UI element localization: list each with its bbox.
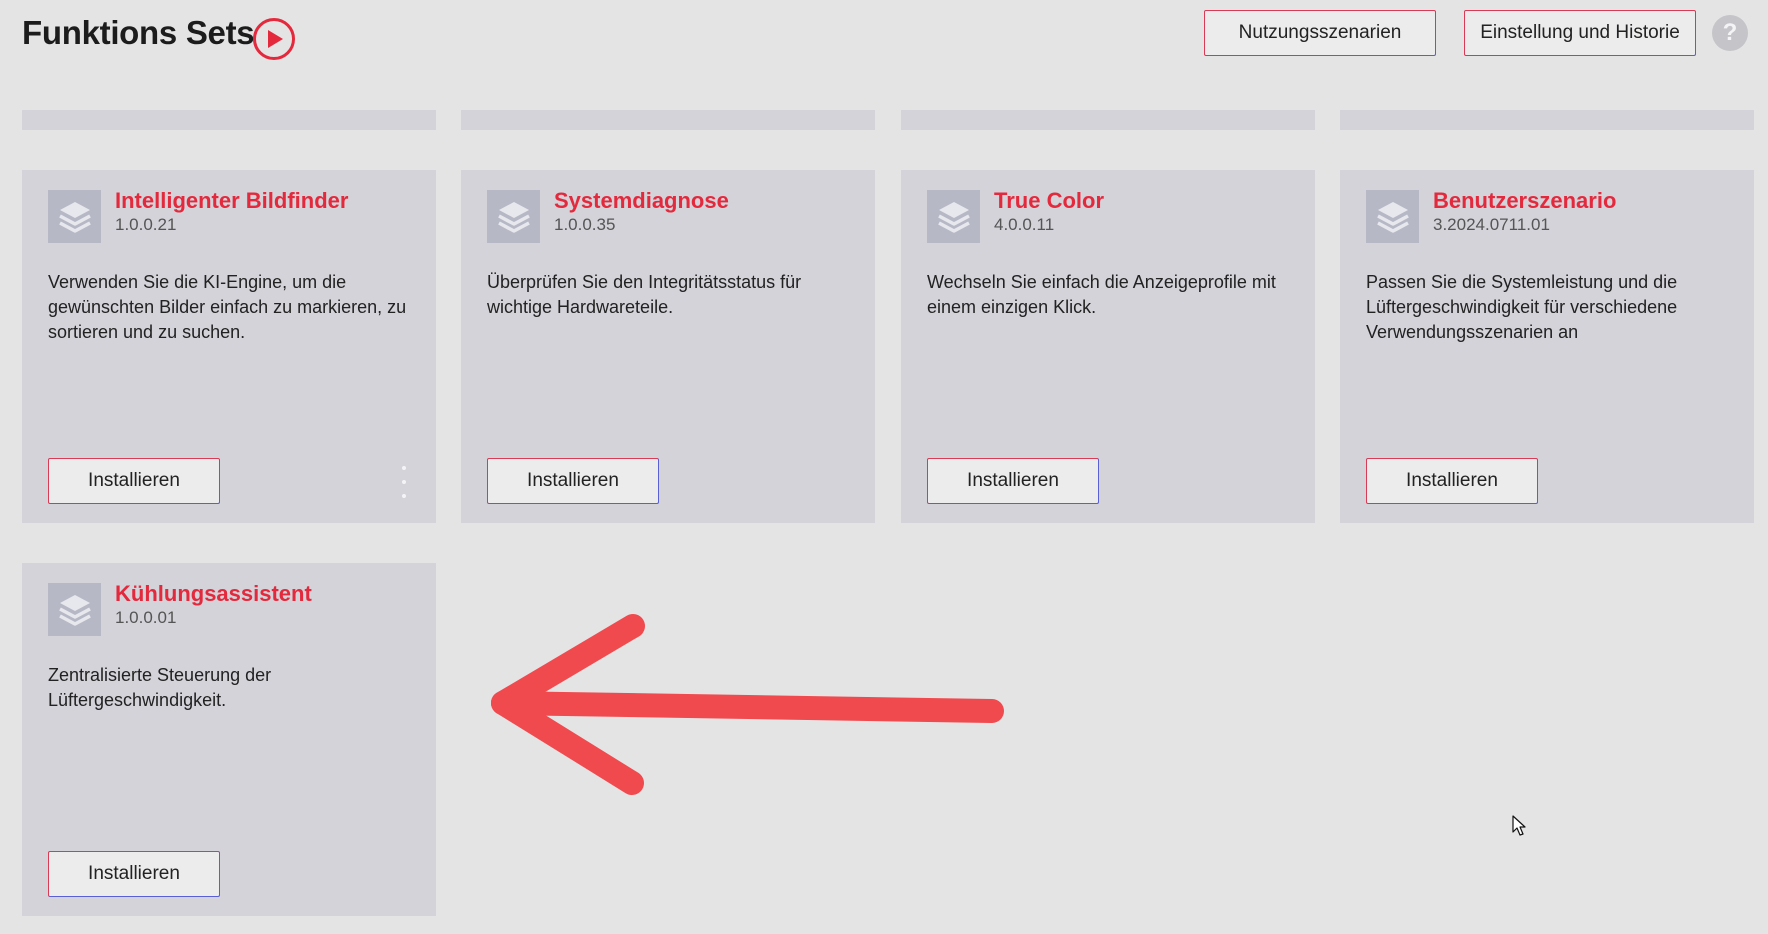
cursor-icon xyxy=(1512,815,1526,836)
card-title: True Color xyxy=(994,188,1105,213)
feature-card: True Color 4.0.0.11 Wechseln Sie einfach… xyxy=(901,170,1315,523)
feature-card: Intelligenter Bildfinder 1.0.0.21 Verwen… xyxy=(22,170,436,523)
card-version: 3.2024.0711.01 xyxy=(1433,215,1550,234)
card-version: 1.0.0.21 xyxy=(115,215,177,234)
play-icon xyxy=(268,30,283,48)
layers-icon xyxy=(487,190,540,243)
page: Funktions Sets Nutzungsszenarien Einstel… xyxy=(0,0,1768,934)
card-version: 1.0.0.01 xyxy=(115,608,177,627)
help-icon[interactable]: ? xyxy=(1712,15,1748,51)
card-strip xyxy=(1340,110,1754,130)
card-title: Intelligenter Bildfinder xyxy=(115,188,349,213)
feature-card: Systemdiagnose 1.0.0.35 Überprüfen Sie d… xyxy=(461,170,875,523)
settings-history-button[interactable]: Einstellung und Historie xyxy=(1464,10,1696,56)
feature-card: Benutzerszenario 3.2024.0711.01 Passen S… xyxy=(1340,170,1754,523)
install-button[interactable]: Installieren xyxy=(48,458,220,504)
card-description: Passen Sie die Systemleistung und die Lü… xyxy=(1366,272,1678,342)
install-button[interactable]: Installieren xyxy=(1366,458,1538,504)
card-title: Systemdiagnose xyxy=(554,188,729,213)
layers-icon xyxy=(1366,190,1419,243)
card-version: 4.0.0.11 xyxy=(994,215,1055,234)
install-button[interactable]: Installieren xyxy=(487,458,659,504)
feature-card: Kühlungsassistent 1.0.0.01 Zentralisiert… xyxy=(22,563,436,916)
layers-icon xyxy=(48,190,101,243)
usage-scenarios-button[interactable]: Nutzungsszenarien xyxy=(1204,10,1436,56)
card-title: Kühlungsassistent xyxy=(115,581,312,606)
page-title: Funktions Sets xyxy=(22,14,255,51)
card-version: 1.0.0.35 xyxy=(554,215,616,234)
install-button[interactable]: Installieren xyxy=(48,851,220,897)
card-strip xyxy=(901,110,1315,130)
more-options-icon[interactable] xyxy=(397,466,411,498)
card-title: Benutzerszenario xyxy=(1433,188,1617,213)
play-button[interactable] xyxy=(253,18,295,60)
card-description: Wechseln Sie einfach die Anzeigeprofile … xyxy=(927,272,1276,317)
card-description: Überprüfen Sie den Integritätsstatus für… xyxy=(487,272,802,317)
layers-icon xyxy=(927,190,980,243)
card-strip xyxy=(22,110,436,130)
card-strip xyxy=(461,110,875,130)
install-button[interactable]: Installieren xyxy=(927,458,1099,504)
card-description: Verwenden Sie die KI-Engine, um die gewü… xyxy=(48,272,407,342)
layers-icon xyxy=(48,583,101,636)
card-description: Zentralisierte Steuerung der Lüftergesch… xyxy=(48,665,272,710)
